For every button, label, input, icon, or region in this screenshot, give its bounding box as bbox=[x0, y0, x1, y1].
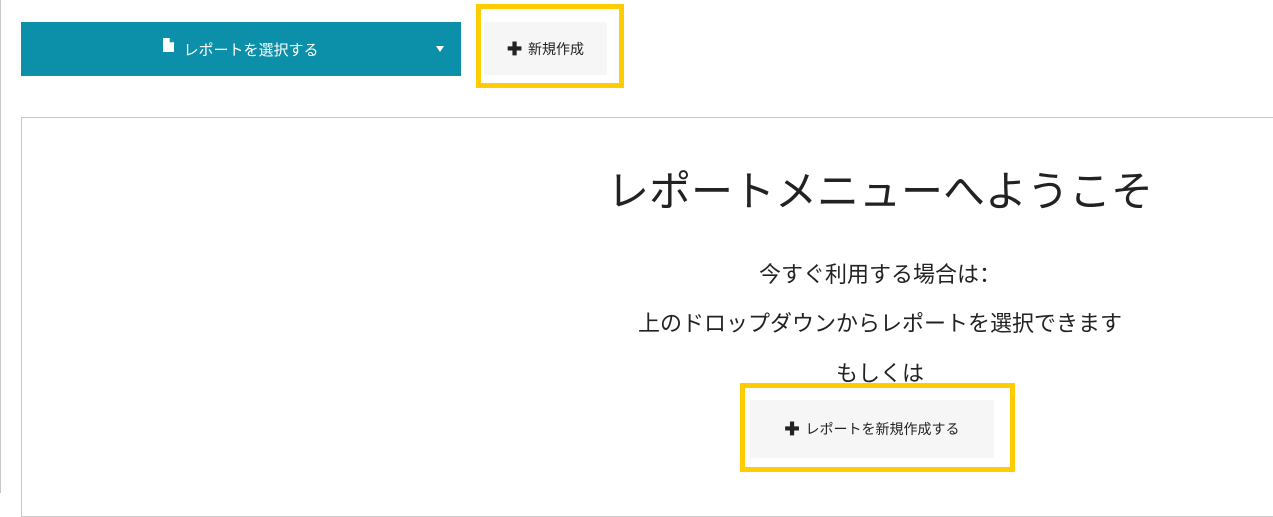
create-report-button-label: レポートを新規作成する bbox=[805, 421, 960, 437]
caret-down-icon bbox=[436, 46, 444, 52]
plus-icon: ✚ bbox=[784, 419, 800, 439]
welcome-line-2: 上のドロップダウンからレポートを選択できます bbox=[637, 312, 1122, 337]
plus-icon: ✚ bbox=[506, 38, 523, 59]
left-border bbox=[0, 0, 1, 493]
welcome-line-1: 今すぐ利用する場合は： bbox=[758, 263, 1001, 288]
new-button-label: 新規作成 bbox=[528, 40, 585, 57]
new-button[interactable]: ✚ 新規作成 bbox=[484, 22, 607, 75]
file-icon bbox=[163, 38, 175, 56]
report-select-label: レポートを選択する bbox=[183, 41, 319, 59]
report-select-dropdown[interactable]: レポートを選択する bbox=[21, 22, 461, 76]
welcome-title: レポートメニューへようこそ bbox=[606, 167, 1153, 216]
create-report-button[interactable]: ✚ レポートを新規作成する bbox=[750, 400, 994, 458]
